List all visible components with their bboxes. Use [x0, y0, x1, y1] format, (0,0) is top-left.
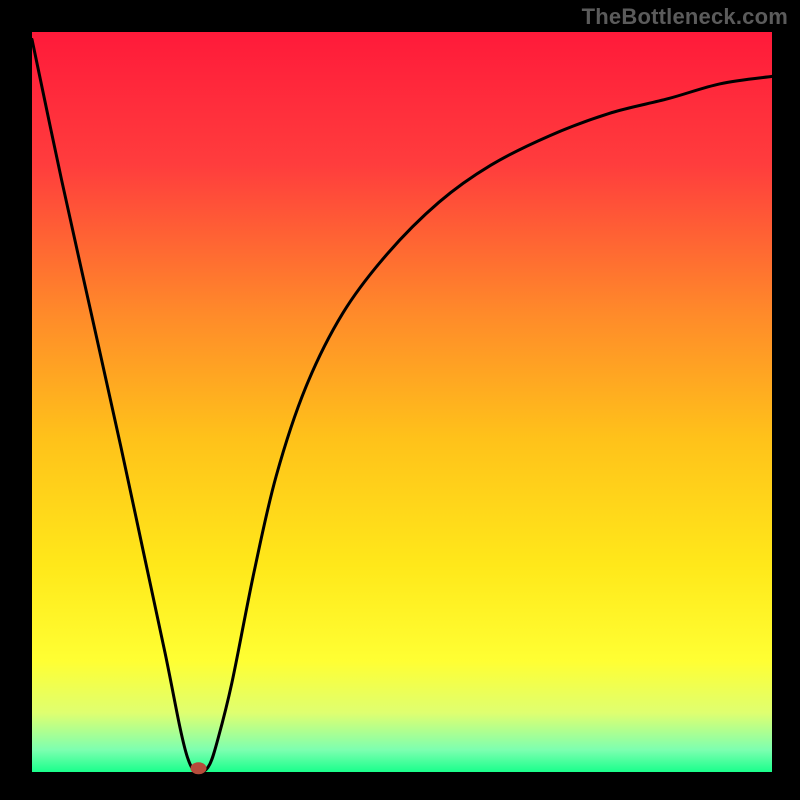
optimal-point-marker [191, 762, 207, 774]
watermark-text: TheBottleneck.com [582, 4, 788, 30]
bottleneck-chart [0, 0, 800, 800]
plot-background [32, 32, 772, 772]
